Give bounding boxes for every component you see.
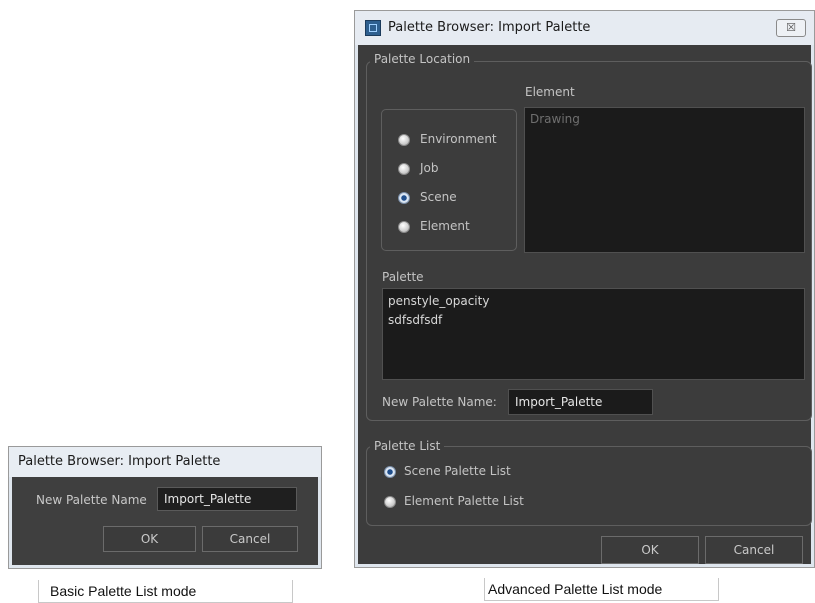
radio-element-icon[interactable] <box>398 221 410 233</box>
palette-list-item[interactable]: sdfsdfsdf <box>388 313 442 327</box>
radio-environment-icon[interactable] <box>398 134 410 146</box>
palette-list-label: Palette <box>382 270 424 284</box>
new-palette-name-input[interactable]: Import_Palette <box>157 487 297 511</box>
element-list-label: Element <box>525 85 575 99</box>
palette-list-group <box>366 446 812 526</box>
palette-list-legend: Palette List <box>370 439 445 453</box>
radio-element-palette-list-icon[interactable] <box>384 496 396 508</box>
radio-environment-label[interactable]: Environment <box>420 132 497 146</box>
basic-dialog-title: Palette Browser: Import Palette <box>9 447 321 477</box>
advanced-dialog-body: Palette Location Environment Job Scene E… <box>358 45 812 564</box>
ok-button[interactable]: OK <box>601 536 699 564</box>
basic-dialog-body: New Palette Name Import_Palette OK Cance… <box>12 477 318 565</box>
new-palette-name-input[interactable]: Import_Palette <box>508 389 653 415</box>
advanced-mode-caption: Advanced Palette List mode <box>484 578 719 601</box>
radio-job-label[interactable]: Job <box>420 161 439 175</box>
element-list[interactable]: Drawing <box>524 107 805 253</box>
palette-location-legend: Palette Location <box>370 52 475 66</box>
advanced-dialog-title: Palette Browser: Import Palette <box>388 20 591 35</box>
palette-list-item[interactable]: penstyle_opacity <box>388 294 489 308</box>
basic-import-palette-dialog: Palette Browser: Import Palette New Pale… <box>8 446 322 569</box>
radio-job-icon[interactable] <box>398 163 410 175</box>
advanced-dialog-titlebar: Palette Browser: Import Palette ☒ <box>355 11 814 45</box>
radio-scene-icon[interactable] <box>398 192 410 204</box>
basic-mode-caption: Basic Palette List mode <box>38 580 293 603</box>
new-palette-name-label: New Palette Name <box>36 493 147 507</box>
radio-element-palette-list-label[interactable]: Element Palette List <box>404 494 524 508</box>
app-icon <box>365 20 381 36</box>
element-list-item[interactable]: Drawing <box>530 112 580 126</box>
ok-button[interactable]: OK <box>103 526 196 552</box>
close-icon[interactable]: ☒ <box>776 19 806 37</box>
radio-scene-palette-list-label[interactable]: Scene Palette List <box>404 464 511 478</box>
advanced-import-palette-dialog: Palette Browser: Import Palette ☒ Palett… <box>354 10 815 568</box>
new-palette-name-label: New Palette Name: <box>382 395 497 409</box>
palette-list[interactable]: penstyle_opacity sdfsdfsdf <box>382 288 805 380</box>
radio-scene-palette-list-icon[interactable] <box>384 466 396 478</box>
cancel-button[interactable]: Cancel <box>202 526 298 552</box>
radio-element-label[interactable]: Element <box>420 219 470 233</box>
radio-scene-label[interactable]: Scene <box>420 190 457 204</box>
cancel-button[interactable]: Cancel <box>705 536 803 564</box>
